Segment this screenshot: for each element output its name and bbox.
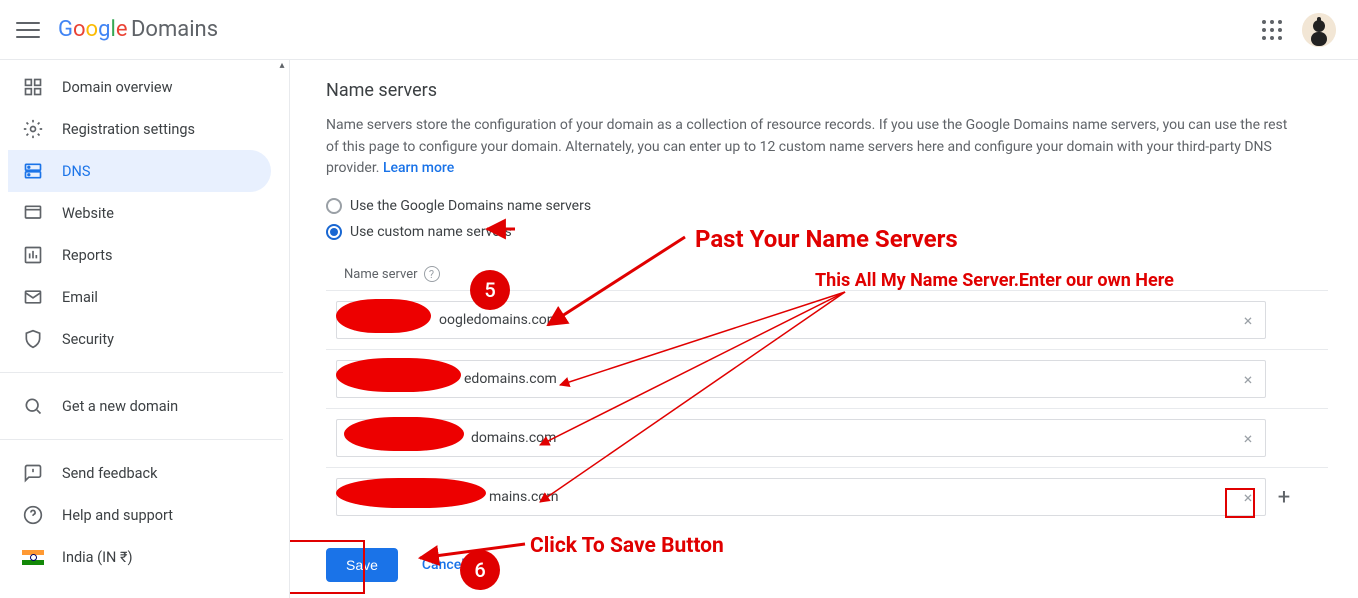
sidebar: ▴ Domain overview Registration settings … [0,60,290,598]
nav-locale[interactable]: India (IN ₹) [8,536,271,578]
nav-label: DNS [62,163,90,180]
section-title: Name servers [326,80,1328,101]
nav-reports[interactable]: Reports [8,234,271,276]
clear-icon[interactable]: × [1239,429,1257,447]
clear-icon[interactable]: × [1239,488,1257,506]
nav-website[interactable]: Website [8,192,271,234]
nav-label: Security [62,331,114,348]
nameserver-row: mains.com × + [326,467,1328,526]
radio-label: Use custom name servers [350,224,512,240]
clear-icon[interactable]: × [1239,311,1257,329]
nav-get-new-domain[interactable]: Get a new domain [8,385,271,427]
radio-google-ns[interactable]: Use the Google Domains name servers [326,198,1328,214]
radio-unselected-icon [326,198,342,214]
nav-label: Send feedback [62,465,157,482]
website-icon [22,202,44,224]
nameserver-value: edomains.com [349,371,557,387]
dns-icon [22,160,44,182]
nav-domain-overview[interactable]: Domain overview [8,66,271,108]
action-row: Save Cancel [326,548,1328,582]
clear-icon[interactable]: × [1239,370,1257,388]
learn-more-link[interactable]: Learn more [383,160,454,176]
nav-registration-settings[interactable]: Registration settings [8,108,271,150]
nameserver-row: edomains.com × [326,349,1328,408]
radio-label: Use the Google Domains name servers [350,198,591,214]
nameserver-input[interactable]: edomains.com × [336,360,1266,398]
hamburger-menu-icon[interactable] [16,18,40,42]
nameserver-value: domains.com [349,430,556,446]
logo-domains-text: Domains [131,17,218,42]
nameserver-input[interactable]: domains.com × [336,419,1266,457]
india-flag-icon [22,546,44,568]
nameserver-value: mains.com [349,489,559,505]
main-scroll[interactable]: Name servers Name servers store the conf… [290,60,1358,598]
field-label-row: Name server ? [344,266,1328,282]
add-nameserver-button[interactable]: + [1272,485,1296,509]
email-icon [22,286,44,308]
google-domains-logo[interactable]: Google Domains [58,17,218,42]
gear-icon [22,118,44,140]
nav-send-feedback[interactable]: Send feedback [8,452,271,494]
radio-selected-icon [326,224,342,240]
nav-label: Registration settings [62,121,195,138]
nav-label: Domain overview [62,79,172,96]
nav-label: Help and support [62,507,173,524]
nav-label: India (IN ₹) [62,549,133,566]
shield-icon [22,328,44,350]
account-avatar[interactable] [1302,13,1336,47]
nav-label: Email [62,289,98,306]
help-icon [22,504,44,526]
nameserver-list: oogledomains.com × edomains.com × domain… [326,290,1328,526]
save-button[interactable]: Save [326,548,398,582]
nav-label: Website [62,205,114,222]
nav-email[interactable]: Email [8,276,271,318]
nameserver-row: oogledomains.com × [326,290,1328,349]
help-icon[interactable]: ? [424,266,440,282]
radio-custom-ns[interactable]: Use custom name servers [326,224,1328,240]
nav-label: Reports [62,247,113,264]
search-icon [22,395,44,417]
nameserver-input[interactable]: mains.com × [336,478,1266,516]
google-apps-icon[interactable] [1262,20,1282,40]
nav-dns[interactable]: DNS [8,150,271,192]
top-bar: Google Domains [0,0,1358,60]
cancel-button[interactable]: Cancel [422,557,465,573]
section-description: Name servers store the configuration of … [326,115,1296,180]
dashboard-icon [22,76,44,98]
nameserver-value: oogledomains.com [349,312,559,328]
nameserver-input[interactable]: oogledomains.com × [336,301,1266,339]
main-content-wrap: Name servers Name servers store the conf… [290,60,1358,598]
feedback-icon [22,462,44,484]
nav-help-support[interactable]: Help and support [8,494,271,536]
sidebar-scroll[interactable]: Domain overview Registration settings DN… [0,60,289,598]
field-label: Name server [344,267,418,282]
sidebar-footer: Privacy Terms Language [0,584,283,598]
nameserver-row: domains.com × [326,408,1328,467]
reports-icon [22,244,44,266]
nav-security[interactable]: Security [8,318,271,360]
nav-label: Get a new domain [62,398,178,415]
